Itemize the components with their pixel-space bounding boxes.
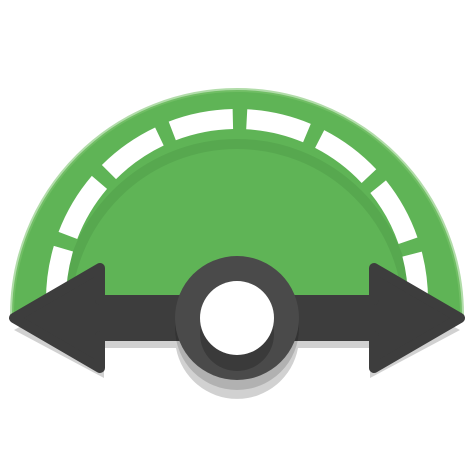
- icon-stage: [0, 0, 474, 474]
- hub-center: [200, 281, 274, 355]
- hub: [175, 256, 299, 390]
- speedometer-app-icon: [9, 88, 465, 399]
